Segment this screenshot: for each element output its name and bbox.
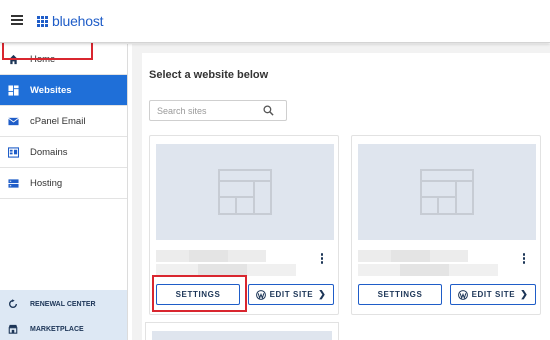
site-url-redacted (358, 264, 498, 276)
hamburger-menu-icon[interactable] (11, 15, 23, 25)
sidebar-item-marketplace[interactable]: MARKETPLACE (0, 317, 127, 340)
logo-grid-icon (37, 15, 48, 27)
website-card-partial (145, 322, 339, 340)
sidebar-item-hosting[interactable]: Hosting (0, 168, 127, 199)
logo-text: bluehost (52, 13, 104, 29)
grid-icon (8, 84, 19, 96)
page-title: Select a website below (149, 69, 269, 81)
search-input[interactable] (157, 105, 257, 116)
refresh-icon (9, 299, 17, 308)
sidebar-item-label: Hosting (30, 177, 63, 189)
sidebar-bottom-section: RENEWAL CENTER MARKETPLACE (0, 290, 127, 340)
bluehost-logo[interactable]: bluehost (37, 13, 104, 29)
store-icon (8, 324, 18, 334)
sidebar-item-label: RENEWAL CENTER (30, 300, 96, 308)
website-thumbnail[interactable] (358, 144, 536, 240)
website-thumbnail[interactable] (156, 144, 334, 240)
settings-button[interactable]: SETTINGS (358, 284, 442, 305)
wordpress-icon (457, 289, 468, 300)
site-name-redacted (156, 250, 266, 262)
sidebar-item-label: MARKETPLACE (30, 325, 84, 333)
chevron-right-icon: ❯ (318, 289, 327, 299)
top-bar: bluehost (0, 0, 550, 43)
sidebar-item-websites[interactable]: Websites (0, 75, 127, 106)
sidebar-item-label: Websites (30, 84, 72, 96)
sidebar-item-label: Domains (30, 146, 68, 158)
chevron-right-icon: ❯ (520, 289, 529, 299)
layout-placeholder-icon (420, 169, 474, 215)
search-icon[interactable] (263, 105, 274, 116)
edit-site-label: EDIT SITE (471, 290, 516, 299)
more-options-icon[interactable] (522, 253, 526, 265)
settings-highlight-box (152, 275, 247, 312)
layout-placeholder-icon (218, 169, 272, 215)
website-thumbnail[interactable] (152, 331, 332, 340)
sidebar-item-cpanel-email[interactable]: cPanel Email (0, 106, 127, 137)
domains-icon (8, 146, 19, 158)
more-options-icon[interactable] (320, 253, 324, 265)
edit-site-label: EDIT SITE (269, 290, 314, 299)
sidebar: Home Websites cPanel Email Domains Hosti… (0, 44, 128, 340)
sidebar-item-domains[interactable]: Domains (0, 137, 127, 168)
server-icon (8, 178, 19, 188)
sidebar-item-renewal-center[interactable]: RENEWAL CENTER (0, 292, 127, 316)
search-box[interactable] (149, 100, 287, 121)
website-card: SETTINGS EDIT SITE ❯ (351, 135, 541, 315)
sidebar-item-label: cPanel Email (30, 115, 86, 127)
wordpress-icon (255, 289, 266, 300)
mail-icon (8, 117, 19, 125)
site-name-redacted (358, 250, 468, 262)
edit-site-button[interactable]: EDIT SITE ❯ (248, 284, 334, 305)
edit-site-button[interactable]: EDIT SITE ❯ (450, 284, 536, 305)
